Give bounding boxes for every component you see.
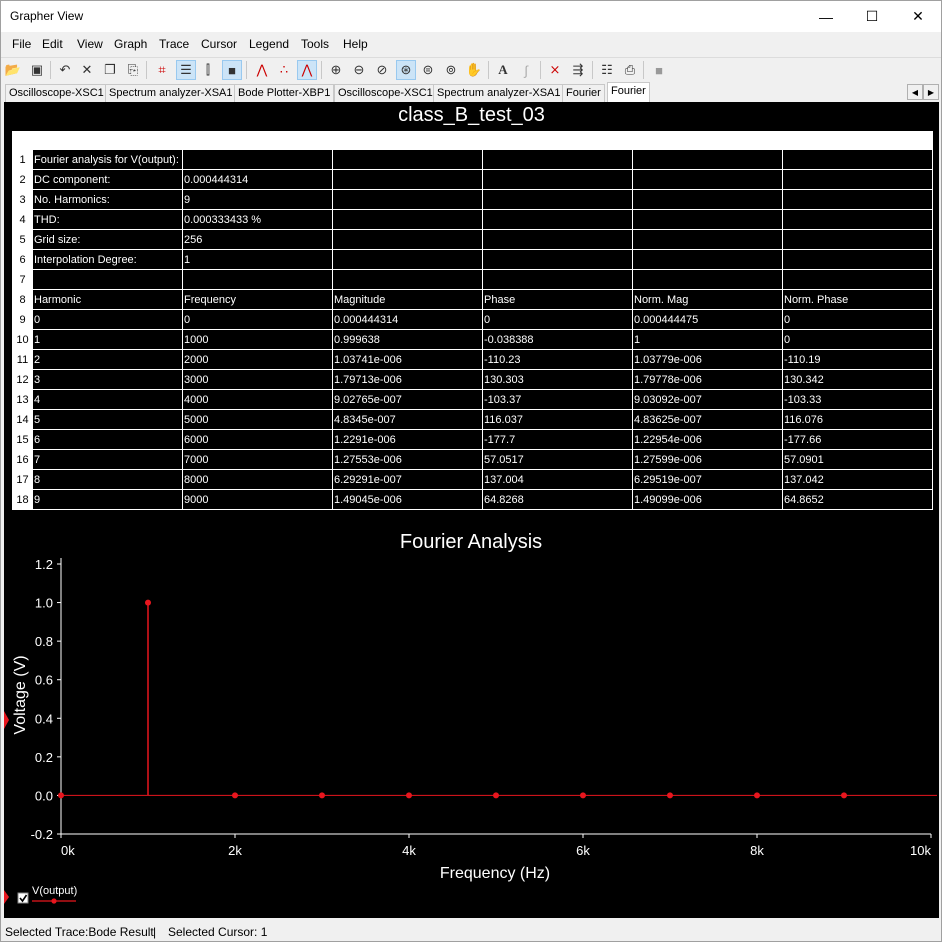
zoom-area-icon[interactable]: ⊘ (372, 60, 392, 80)
menu-bar: File Edit View Graph Trace Cursor Legend… (1, 34, 941, 54)
grid-icon[interactable]: ⌗ (152, 60, 172, 80)
lines-icon[interactable]: ⋀ (252, 60, 272, 80)
status-selected-trace: Selected Trace:Bode Result (5, 925, 154, 939)
data-point (754, 792, 760, 799)
x-tick-label: 0k (61, 843, 75, 858)
y-tick-label: 0.8 (35, 634, 53, 649)
data-point (145, 599, 151, 606)
menu-file[interactable]: File (12, 37, 31, 51)
menu-trace[interactable]: Trace (159, 37, 189, 51)
tab-scroll-left-icon[interactable]: ◀ (907, 84, 923, 100)
title-bar: Grapher View ― ☐ ✕ (1, 1, 941, 32)
tab-scroll-right-icon[interactable]: ▶ (923, 84, 939, 100)
x-tick-label: 8k (750, 843, 764, 858)
x-tick-label: 6k (576, 843, 590, 858)
tab-spectrum-analyzer-xsa1[interactable]: Spectrum analyzer-XSA1 (105, 84, 237, 102)
menu-legend[interactable]: Legend (249, 37, 289, 51)
data-point (493, 792, 499, 799)
x-tick-labels: 0k 2k 4k 6k 8k 10k (61, 843, 931, 858)
zoom-x-icon[interactable]: ⊜ (418, 60, 438, 80)
data-point (232, 792, 238, 799)
lines-points-icon[interactable]: ⋀ (297, 60, 317, 80)
legend-icon[interactable]: ☰ (176, 60, 196, 80)
pan-icon[interactable]: ✋ (464, 60, 484, 80)
plot-area: class_B_test_03 1 Fourier analysis for V(… (4, 102, 939, 918)
y-tick-label: 0.2 (35, 750, 53, 765)
tab-fourier[interactable]: Fourier (562, 84, 605, 102)
y-tick-label: 1.0 (35, 596, 53, 611)
menu-edit[interactable]: Edit (42, 37, 63, 51)
y-cursor-marker-icon[interactable] (4, 711, 9, 729)
tab-oscilloscope-xsc1-2[interactable]: Oscilloscope-XSC1 (334, 84, 437, 102)
data-point (406, 792, 412, 799)
legend-point (51, 898, 57, 904)
zoom-full-icon[interactable]: ⊛ (396, 60, 416, 80)
menu-view[interactable]: View (77, 37, 103, 51)
page-setup-icon[interactable]: ☷ (597, 60, 617, 80)
status-selected-cursor: Selected Cursor: 1 (168, 925, 268, 939)
minimize-icon[interactable]: ― (803, 1, 849, 32)
reverse-colors-icon[interactable]: ■ (222, 60, 242, 80)
zoom-y-icon[interactable]: ⊚ (441, 60, 461, 80)
menu-tools[interactable]: Tools (301, 37, 329, 51)
menu-help[interactable]: Help (343, 37, 368, 51)
window-title: Grapher View (10, 9, 84, 23)
export-icon[interactable]: ⇶ (568, 60, 588, 80)
data-point (319, 792, 325, 799)
text-icon[interactable]: A (493, 60, 513, 80)
series-stems (58, 599, 937, 799)
x-axis-label: Frequency (Hz) (440, 865, 550, 882)
print-icon[interactable]: ⎙ (620, 60, 640, 80)
status-separator: | (153, 925, 157, 939)
toolbar: 📂 ▣ ↶ ✕ ❐ ⎘ ⌗ ☰ ⫿ ■ ⋀ ∴ ⋀ ⊕ ⊖ ⊘ ⊛ ⊜ ⊚ ✋ … (1, 57, 941, 81)
data-point (580, 792, 586, 799)
chart-title: Fourier Analysis (400, 531, 542, 553)
legend-label: V(output) (32, 885, 77, 897)
zoom-in-icon[interactable]: ⊕ (326, 60, 346, 80)
symbol-icon[interactable]: ∫ (516, 60, 536, 80)
menu-cursor[interactable]: Cursor (201, 37, 237, 51)
data-point (841, 792, 847, 799)
y-tick-label: 0.0 (35, 788, 53, 803)
data-point (667, 792, 673, 799)
tab-fourier-active[interactable]: Fourier (607, 82, 650, 102)
undo-icon[interactable]: ↶ (55, 60, 75, 80)
x-tick-label: 4k (402, 843, 416, 858)
grapher-window: Grapher View ― ☐ ✕ File Edit View Graph … (0, 0, 942, 942)
points-icon[interactable]: ∴ (274, 60, 294, 80)
y-tick-labels: 1.2 1.0 0.8 0.6 0.4 0.2 0.0 -0.2 (31, 557, 53, 842)
x-tick-label: 2k (228, 843, 242, 858)
data-point (58, 792, 64, 799)
y-tick-label: 0.6 (35, 673, 53, 688)
x-tick-label: 10k (910, 843, 931, 858)
close-icon[interactable]: ✕ (895, 1, 941, 32)
tab-bar: Oscilloscope-XSC1 Spectrum analyzer-XSA1… (1, 82, 941, 102)
menu-graph[interactable]: Graph (114, 37, 147, 51)
open-icon[interactable]: 📂 (3, 60, 23, 80)
overlay-traces-icon[interactable]: ⨯ (545, 60, 565, 80)
y-tick-label: -0.2 (31, 827, 53, 842)
tab-oscilloscope-xsc1[interactable]: Oscilloscope-XSC1 (5, 84, 108, 102)
zoom-out-icon[interactable]: ⊖ (349, 60, 369, 80)
y-tick-label: 1.2 (35, 557, 53, 572)
cursors-icon[interactable]: ⫿ (198, 60, 218, 80)
copy-icon[interactable]: ❐ (100, 60, 120, 80)
status-bar: Selected Trace:Bode Result | Selected Cu… (1, 922, 941, 942)
paste-icon[interactable]: ⎘ (123, 60, 143, 80)
tab-bode-plotter-xbp1[interactable]: Bode Plotter-XBP1 (234, 84, 335, 102)
y-axis-label: Voltage (V) (12, 655, 29, 734)
maximize-icon[interactable]: ☐ (849, 1, 895, 32)
fourier-chart: Fourier Analysis 1.2 1.0 0.8 0.6 0.4 0.2 0.0 -0… (4, 531, 937, 904)
tab-spectrum-analyzer-xsa1-2[interactable]: Spectrum analyzer-XSA1 (433, 84, 565, 102)
y-tick-label: 0.4 (35, 711, 53, 726)
save-icon[interactable]: ▣ (27, 60, 47, 80)
legend-marker-icon (4, 890, 9, 904)
cut-icon[interactable]: ✕ (77, 60, 97, 80)
stop-icon[interactable]: ■ (649, 60, 669, 80)
